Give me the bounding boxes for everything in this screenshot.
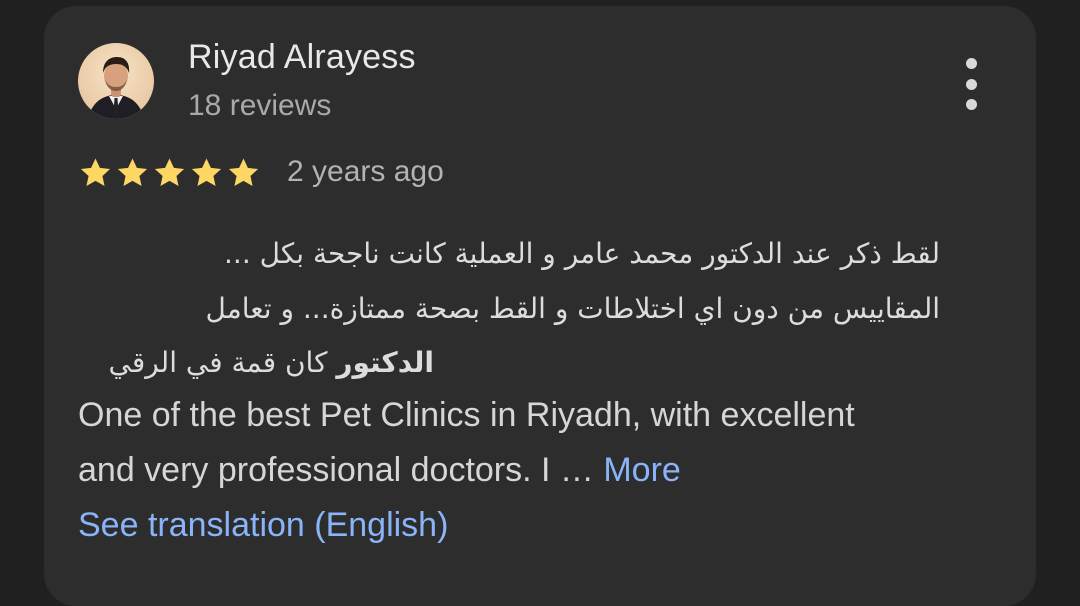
avatar[interactable] bbox=[78, 43, 154, 119]
review-text-english-line-1: One of the best Pet Clinics in Riyadh, w… bbox=[78, 396, 855, 434]
star-icon bbox=[228, 158, 259, 187]
review-text-arabic-bold: الدكتور bbox=[336, 346, 434, 379]
review-date: 2 years ago bbox=[287, 155, 444, 188]
more-vert-icon bbox=[965, 78, 977, 90]
review-text-arabic-line-2: المقاييس من دون اي اختلاطات و القط بصحة … bbox=[205, 292, 940, 325]
review-text-english-line-2: and very professional doctors. I … More bbox=[78, 451, 681, 490]
more-vert-icon bbox=[965, 99, 977, 110]
review-text-arabic-line-1: لقط ذكر عند الدكتور محمد عامر و العملية … bbox=[224, 237, 940, 270]
reviewer-name[interactable]: Riyad Alrayess bbox=[188, 38, 416, 77]
star-icon bbox=[191, 158, 222, 187]
review-text-arabic-rest: كان قمة في الرقي bbox=[108, 346, 337, 379]
review-text-english-truncated: and very professional doctors. I … bbox=[78, 451, 604, 489]
star-rating bbox=[78, 156, 261, 190]
more-link[interactable]: More bbox=[603, 451, 680, 489]
see-translation-link[interactable]: See translation (English) bbox=[78, 506, 448, 545]
reviewer-review-count[interactable]: 18 reviews bbox=[188, 89, 331, 123]
review-text-arabic-line-3: الدكتور كان قمة في الرقي bbox=[78, 346, 435, 379]
star-icon bbox=[117, 158, 148, 187]
user-photo-icon bbox=[78, 43, 154, 119]
star-icon bbox=[154, 158, 185, 187]
more-options-button[interactable] bbox=[952, 56, 990, 112]
more-vert-icon bbox=[965, 58, 977, 69]
star-icon bbox=[80, 158, 111, 187]
